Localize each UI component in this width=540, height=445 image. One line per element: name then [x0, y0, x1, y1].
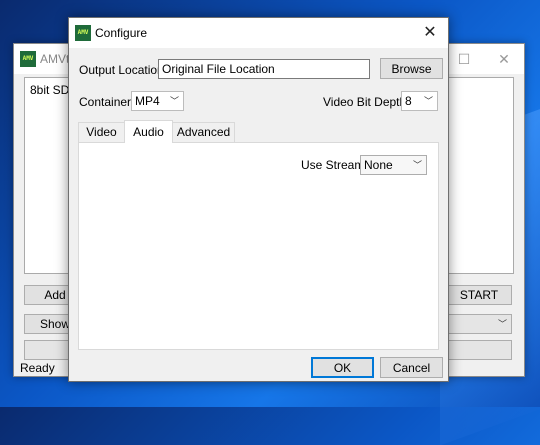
chevron-down-icon: ﹀	[169, 96, 179, 106]
bottom-right-dropdown[interactable]: ﹀	[446, 314, 512, 334]
tab-video[interactable]: Video	[78, 122, 125, 142]
output-location-label: Output Location:	[79, 63, 168, 77]
close-icon[interactable]: ✕	[412, 18, 448, 48]
container-select[interactable]: MP4 ﹀	[131, 91, 184, 111]
status-text: Ready	[20, 361, 55, 375]
chevron-down-icon: ﹀	[412, 160, 422, 170]
chevron-down-icon: ﹀	[497, 319, 507, 329]
audio-tab-panel: Use Stream: None ﹀	[78, 142, 439, 350]
container-label: Container:	[79, 95, 135, 109]
app-logo-icon: AMV	[20, 51, 36, 67]
dialog-titlebar[interactable]: AMV Configure ✕	[69, 18, 448, 48]
use-stream-label: Use Stream:	[301, 158, 368, 172]
container-select-value: MP4	[135, 94, 160, 108]
app-logo-icon: AMV	[75, 25, 91, 41]
bit-depth-select-value: 8	[405, 94, 412, 108]
browse-button[interactable]: Browse	[380, 58, 443, 79]
output-location-input[interactable]: Original File Location	[158, 59, 370, 79]
start-button[interactable]: START	[446, 285, 512, 305]
close-icon[interactable]: ✕	[484, 44, 524, 74]
bottom-right-control[interactable]	[446, 340, 512, 360]
bit-depth-label: Video Bit Depth:	[323, 95, 410, 109]
configure-dialog: AMV Configure ✕ Output Location: Origina…	[68, 17, 449, 382]
tab-audio[interactable]: Audio	[124, 120, 173, 143]
dialog-title: Configure	[95, 26, 148, 40]
cancel-button[interactable]: Cancel	[380, 357, 443, 378]
ok-button[interactable]: OK	[311, 357, 374, 378]
bit-depth-select[interactable]: 8 ﹀	[401, 91, 438, 111]
use-stream-select-value: None	[364, 158, 393, 172]
use-stream-select[interactable]: None ﹀	[360, 155, 427, 175]
maximize-icon[interactable]: ☐	[444, 44, 484, 74]
tab-advanced[interactable]: Advanced	[172, 122, 235, 142]
chevron-down-icon: ﹀	[423, 96, 433, 106]
